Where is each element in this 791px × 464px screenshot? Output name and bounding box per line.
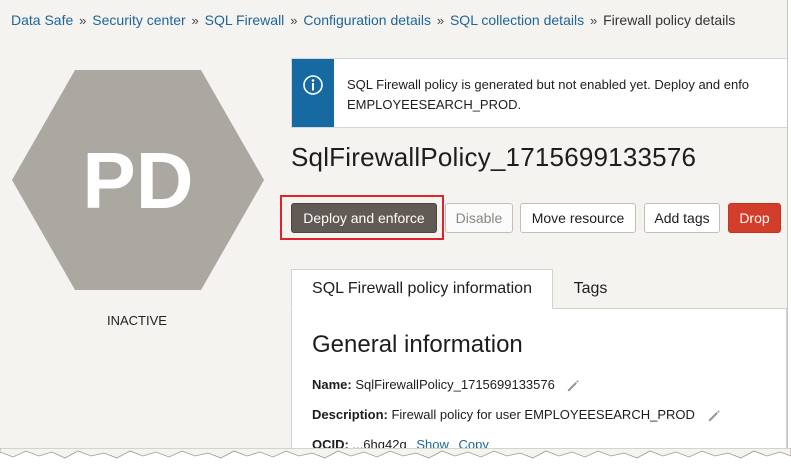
name-field: Name: SqlFirewallPolicy_1715699133576 [312, 377, 580, 393]
banner-accent-strip [292, 59, 334, 127]
breadcrumb: Data Safe » Security center » SQL Firewa… [11, 12, 735, 28]
page: Data Safe » Security center » SQL Firewa… [0, 0, 788, 452]
avatar: PD [12, 70, 264, 290]
section-heading: General information [312, 331, 523, 358]
disable-button[interactable]: Disable [445, 203, 513, 233]
breadcrumb-separator: » [589, 13, 598, 28]
breadcrumb-separator: » [290, 13, 298, 28]
edit-description-icon[interactable] [707, 409, 721, 423]
add-tags-button[interactable]: Add tags [644, 203, 720, 233]
info-banner: SQL Firewall policy is generated but not… [291, 58, 787, 128]
deploy-and-enforce-button[interactable]: Deploy and enforce [291, 203, 437, 233]
tab-sql-firewall-policy-information[interactable]: SQL Firewall policy information [291, 269, 553, 309]
breadcrumb-current: Firewall policy details [603, 12, 736, 28]
page-title: SqlFirewallPolicy_1715699133576 [291, 142, 697, 172]
torn-edge [0, 448, 791, 459]
move-resource-button[interactable]: Move resource [520, 203, 636, 233]
breadcrumb-sql-collection-details[interactable]: SQL collection details [450, 12, 584, 28]
drop-button[interactable]: Drop [728, 203, 781, 233]
info-icon [303, 75, 323, 95]
description-value: Firewall policy for user EMPLOYEESEARCH_… [391, 407, 695, 422]
breadcrumb-configuration-details[interactable]: Configuration details [303, 12, 431, 28]
breadcrumb-sql-firewall[interactable]: SQL Firewall [205, 12, 285, 28]
avatar-initials: PD [82, 136, 193, 225]
name-label: Name: [312, 377, 352, 392]
banner-message: SQL Firewall policy is generated but not… [347, 75, 749, 115]
description-label: Description: [312, 407, 388, 422]
tab-tags[interactable]: Tags [553, 269, 628, 309]
breadcrumb-separator: » [191, 13, 199, 28]
edit-name-icon[interactable] [566, 379, 580, 393]
breadcrumb-separator: » [79, 13, 87, 28]
banner-line-2: EMPLOYEESEARCH_PROD. [347, 97, 522, 112]
status-label: INACTIVE [107, 313, 167, 328]
banner-line-1: SQL Firewall policy is generated but not… [347, 77, 750, 92]
name-value: SqlFirewallPolicy_1715699133576 [355, 377, 555, 392]
breadcrumb-separator: » [436, 13, 445, 28]
breadcrumb-security-center[interactable]: Security center [92, 12, 185, 28]
breadcrumb-data-safe[interactable]: Data Safe [11, 12, 73, 28]
description-field: Description: Firewall policy for user EM… [312, 407, 721, 423]
